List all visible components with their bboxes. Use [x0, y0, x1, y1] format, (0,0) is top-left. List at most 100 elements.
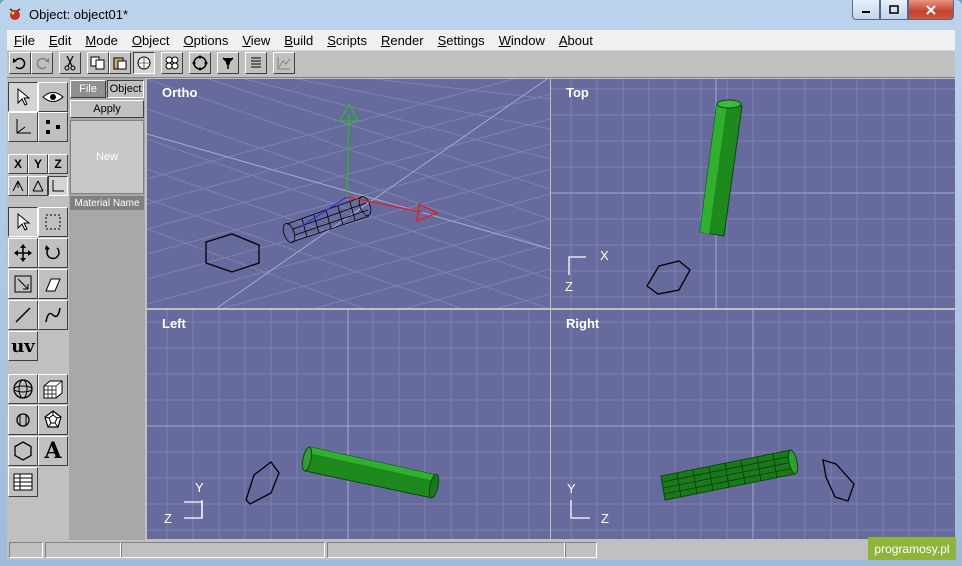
- axis-z-toggle[interactable]: Z: [48, 154, 68, 174]
- title-bar[interactable]: Object: object01*: [0, 0, 962, 30]
- scale-tool[interactable]: [8, 269, 38, 299]
- menu-window[interactable]: Window: [492, 33, 552, 48]
- dodecahedron-icon: [44, 410, 62, 428]
- viewport-top[interactable]: X Z Top: [551, 79, 955, 308]
- scale-icon: [14, 275, 32, 293]
- viewport-left[interactable]: Y Z Left: [147, 310, 550, 539]
- menu-mode[interactable]: Mode: [78, 33, 125, 48]
- viewport-area: Ortho X Z Top Y Z Left Y Z Right: [146, 78, 955, 540]
- menu-settings[interactable]: Settings: [431, 33, 492, 48]
- cylinder-icon: [16, 413, 30, 427]
- material-file-tab[interactable]: File: [70, 80, 106, 98]
- move-icon: [14, 244, 32, 262]
- top-axis-z-label: Z: [565, 279, 573, 294]
- viewport-ortho-label: Ortho: [162, 85, 198, 100]
- line-tool[interactable]: [8, 300, 38, 330]
- graph-button[interactable]: [273, 52, 295, 74]
- cylinder-tool[interactable]: [8, 405, 38, 435]
- cube-grid-icon: [43, 380, 63, 399]
- undo-button[interactable]: [9, 52, 31, 74]
- copy-button[interactable]: [87, 52, 109, 74]
- sphere-icon: [13, 379, 33, 399]
- line-icon: [15, 307, 31, 323]
- menu-scripts[interactable]: Scripts: [320, 33, 374, 48]
- apply-button[interactable]: Apply: [70, 100, 144, 118]
- cut-button[interactable]: [59, 52, 81, 74]
- right-axis-y-label: Y: [567, 481, 576, 496]
- ortho-scene: [147, 79, 550, 308]
- minimize-icon: [862, 10, 870, 13]
- menu-view[interactable]: View: [235, 33, 277, 48]
- points-tool[interactable]: [38, 112, 68, 142]
- status-panel-5: [565, 542, 597, 558]
- rotate-tool[interactable]: [38, 238, 68, 268]
- select-tool[interactable]: [8, 82, 38, 112]
- status-panel-3: [121, 542, 325, 558]
- menu-file[interactable]: File: [7, 33, 42, 48]
- coord-mode-1[interactable]: [8, 176, 28, 196]
- status-panel-1: [9, 542, 43, 558]
- text-tool[interactable]: A: [38, 436, 68, 466]
- material-panel: File Object Apply New Material Name: [69, 78, 145, 540]
- render-tool-button[interactable]: [161, 52, 183, 74]
- cube-tool[interactable]: [38, 374, 68, 404]
- skew-icon: [45, 278, 61, 292]
- app-logo-icon: [9, 8, 21, 20]
- menu-render[interactable]: Render: [374, 33, 431, 48]
- arrow-icon: [17, 212, 31, 231]
- menu-build[interactable]: Build: [277, 33, 320, 48]
- top-scene: X Z: [551, 79, 955, 308]
- toolbar: [7, 51, 955, 78]
- list-icon: [251, 57, 261, 68]
- axes-tool[interactable]: [8, 112, 38, 142]
- redo-button[interactable]: [31, 52, 53, 74]
- geosphere-tool[interactable]: [38, 405, 68, 435]
- axis-x-toggle[interactable]: X: [8, 154, 28, 174]
- scissors-icon: [64, 55, 76, 71]
- viewport-right[interactable]: Y Z Right: [551, 310, 955, 539]
- minimize-button[interactable]: [852, 0, 880, 20]
- material-name-label: Material Name: [70, 196, 144, 210]
- tripod-icon: [12, 180, 24, 192]
- rect-select-tool[interactable]: [38, 207, 68, 237]
- menu-options[interactable]: Options: [177, 33, 236, 48]
- sphere-tool[interactable]: [8, 374, 38, 404]
- maximize-button[interactable]: [880, 0, 908, 20]
- uv-label: uv: [11, 335, 35, 357]
- script-button[interactable]: [245, 52, 267, 74]
- paste-icon: [113, 57, 127, 70]
- corner-axes-icon: [52, 180, 64, 192]
- uv-tool[interactable]: uv: [8, 331, 38, 361]
- smooth-shading-button[interactable]: [133, 52, 155, 74]
- viewport-left-label: Left: [162, 316, 186, 331]
- select-arrow-tool[interactable]: [8, 207, 38, 237]
- client-area: File Edit Mode Object Options View Build…: [7, 30, 955, 560]
- text-tool-label: A: [44, 438, 62, 464]
- new-material-swatch[interactable]: New: [70, 120, 144, 194]
- move-tool[interactable]: [8, 238, 38, 268]
- table-tool[interactable]: [8, 467, 38, 497]
- close-button[interactable]: [908, 0, 954, 20]
- graph-icon: [277, 57, 291, 70]
- viewport-ortho[interactable]: Ortho: [147, 79, 550, 308]
- status-panel-4: [327, 542, 565, 558]
- viewport-top-label: Top: [566, 85, 589, 100]
- coord-mode-3[interactable]: [48, 176, 68, 196]
- skeleton-button[interactable]: [217, 52, 239, 74]
- viewport-right-label: Right: [566, 316, 600, 331]
- menu-bar: File Edit Mode Object Options View Build…: [7, 30, 955, 51]
- view-tool[interactable]: [38, 82, 68, 112]
- paste-button[interactable]: [109, 52, 131, 74]
- texture-button[interactable]: [189, 52, 211, 74]
- material-object-tab[interactable]: Object: [107, 80, 144, 98]
- menu-edit[interactable]: Edit: [42, 33, 78, 48]
- tripod-center-icon: [32, 180, 44, 192]
- axis-y-toggle[interactable]: Y: [28, 154, 48, 174]
- coord-mode-2[interactable]: [28, 176, 48, 196]
- menu-object[interactable]: Object: [125, 33, 177, 48]
- undo-icon: [13, 57, 26, 70]
- menu-about[interactable]: About: [552, 33, 600, 48]
- polygon-tool[interactable]: [8, 436, 38, 466]
- curve-tool[interactable]: [38, 300, 68, 330]
- skew-tool[interactable]: [38, 269, 68, 299]
